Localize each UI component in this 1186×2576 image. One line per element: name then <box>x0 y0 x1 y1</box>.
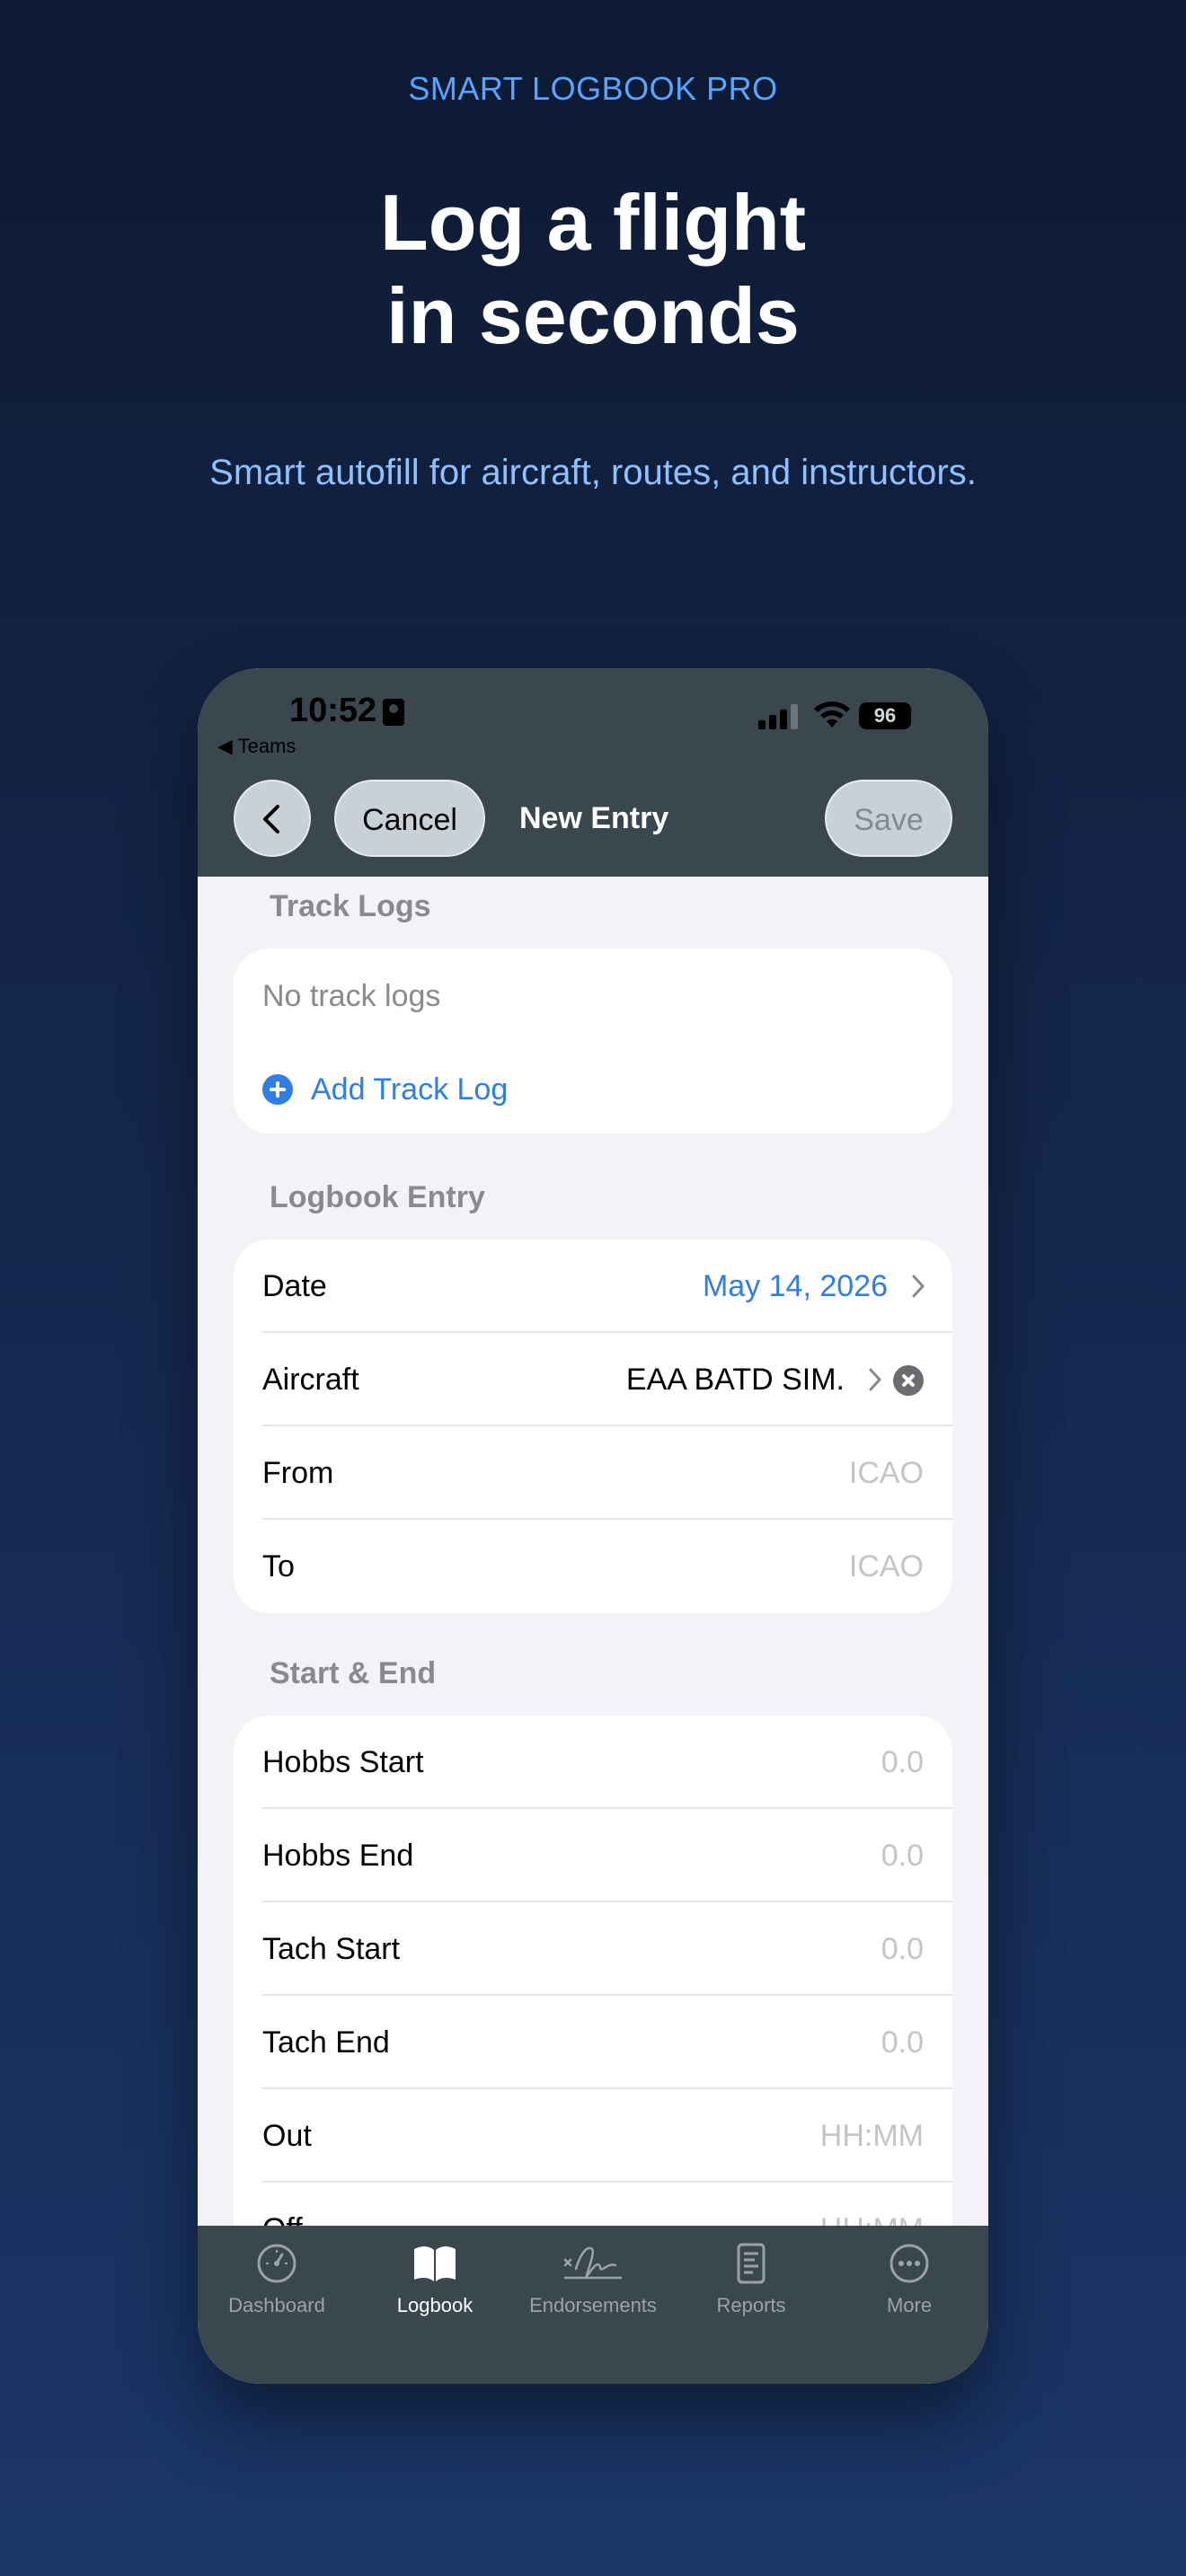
from-input[interactable]: ICAO <box>849 1426 924 1520</box>
tach-end-input[interactable]: 0.0 <box>881 1996 924 2089</box>
section-title-track-logs: Track Logs <box>270 889 431 923</box>
aircraft-value[interactable]: EAA BATD SIM. <box>626 1333 845 1426</box>
from-label: From <box>262 1456 334 1490</box>
promo-subline: Smart autofill for aircraft, routes, and… <box>209 453 977 492</box>
hobbs-start-row[interactable]: Hobbs Start 0.0 <box>262 1716 952 1809</box>
form-scroll-area[interactable]: Track Logs No track logs Add Track Log L… <box>198 877 988 2235</box>
cancel-button[interactable]: Cancel <box>334 780 485 857</box>
tach-start-input[interactable]: 0.0 <box>881 1902 924 1996</box>
from-row[interactable]: From ICAO <box>262 1426 952 1520</box>
date-value[interactable]: May 14, 2026 <box>703 1239 888 1333</box>
save-button[interactable]: Save <box>825 780 952 857</box>
tab-label: Endorsements <box>529 2294 657 2316</box>
out-label: Out <box>262 2119 312 2153</box>
to-input[interactable]: ICAO <box>849 1520 924 1613</box>
to-label: To <box>262 1549 295 1584</box>
tach-start-row[interactable]: Tach Start 0.0 <box>262 1902 952 1996</box>
document-icon <box>737 2243 766 2284</box>
tab-more[interactable]: More <box>830 2242 988 2317</box>
wifi-icon <box>814 701 850 728</box>
section-title-start-end: Start & End <box>270 1656 437 1690</box>
tach-end-row[interactable]: Tach End 0.0 <box>262 1996 952 2089</box>
book-icon <box>414 2246 456 2281</box>
page-title: New Entry <box>519 801 669 835</box>
tab-label: Reports <box>716 2294 786 2316</box>
hobbs-start-label: Hobbs Start <box>262 1745 424 1779</box>
track-logs-empty-text: No track logs <box>262 979 441 1013</box>
cellular-signal-icon <box>758 704 800 729</box>
to-row[interactable]: To ICAO <box>262 1520 952 1613</box>
clear-aircraft-icon[interactable] <box>893 1365 924 1396</box>
tab-logbook[interactable]: Logbook <box>356 2242 514 2317</box>
headline-line-1: Log a flight <box>379 178 807 267</box>
tab-endorsements[interactable]: Endorsements <box>514 2242 672 2317</box>
tab-label: More <box>886 2294 933 2316</box>
hobbs-start-input[interactable]: 0.0 <box>881 1716 924 1809</box>
navigation-header: 10:52 ◀ Teams 96 Cancel New Entry Save <box>198 668 988 877</box>
gauge-icon <box>257 2244 296 2283</box>
track-logs-card: No track logs Add Track Log <box>234 948 952 1134</box>
chevron-right-icon <box>912 1275 925 1298</box>
promo-eyebrow: SMART LOGBOOK PRO <box>408 70 778 107</box>
headline-line-2: in seconds <box>386 271 800 360</box>
promo-headline: Log a flight in seconds <box>0 176 1186 363</box>
back-to-app-link[interactable]: ◀ Teams <box>217 735 296 758</box>
start-end-card: Hobbs Start 0.0 Hobbs End 0.0 Tach Start… <box>234 1716 952 2235</box>
hobbs-end-input[interactable]: 0.0 <box>881 1809 924 1902</box>
ellipsis-circle-icon <box>890 2244 929 2283</box>
tab-bar: Dashboard Logbook Endorsements Reports M… <box>198 2226 988 2384</box>
out-row[interactable]: Out HH:MM <box>262 2089 952 2183</box>
contact-card-icon <box>383 699 404 726</box>
tab-label: Dashboard <box>228 2294 325 2316</box>
tach-start-label: Tach Start <box>262 1932 401 1966</box>
tach-end-label: Tach End <box>262 2025 390 2060</box>
hobbs-end-row[interactable]: Hobbs End 0.0 <box>262 1809 952 1902</box>
add-track-log-button[interactable]: Add Track Log <box>311 1072 508 1107</box>
back-button[interactable] <box>234 780 311 857</box>
tab-reports[interactable]: Reports <box>672 2242 830 2317</box>
date-label: Date <box>262 1269 327 1303</box>
logbook-entry-card: Date May 14, 2026 Aircraft EAA BATD SIM.… <box>234 1239 952 1613</box>
chevron-left-icon <box>263 805 279 834</box>
out-input[interactable]: HH:MM <box>820 2089 924 2183</box>
tab-dashboard[interactable]: Dashboard <box>198 2242 356 2317</box>
status-time: 10:52 <box>289 692 377 729</box>
date-row[interactable]: Date May 14, 2026 <box>262 1239 952 1333</box>
tab-label: Logbook <box>396 2294 474 2316</box>
signature-icon <box>563 2246 623 2280</box>
aircraft-row[interactable]: Aircraft EAA BATD SIM. <box>262 1333 952 1426</box>
chevron-right-icon <box>869 1368 881 1391</box>
battery-icon: 96 <box>859 702 911 729</box>
plus-circle-icon[interactable] <box>262 1074 293 1105</box>
aircraft-label: Aircraft <box>262 1363 359 1397</box>
hobbs-end-label: Hobbs End <box>262 1839 414 1873</box>
phone-screen: 10:52 ◀ Teams 96 Cancel New Entry Save T… <box>198 668 988 2384</box>
section-title-logbook-entry: Logbook Entry <box>270 1180 485 1214</box>
